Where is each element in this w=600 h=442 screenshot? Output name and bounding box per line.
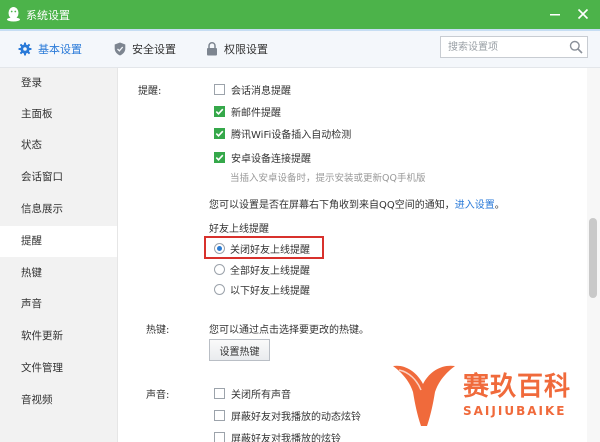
checkbox-unchecked[interactable] — [214, 83, 225, 95]
sidebar-item-label: 信息展示 — [21, 203, 63, 215]
checkbox-unchecked[interactable] — [214, 409, 225, 421]
sidebar-item-label: 文件管理 — [21, 362, 63, 374]
whale-tail-icon — [393, 365, 455, 426]
scrollbar-thumb[interactable] — [589, 218, 597, 298]
search-box[interactable] — [440, 36, 588, 58]
tab-label: 基本设置 — [38, 43, 82, 56]
sidebar-item-status[interactable]: 状态 — [0, 130, 117, 161]
checkbox-chat-message-reminder[interactable]: 会话消息提醒 — [214, 82, 291, 97]
shield-icon — [114, 42, 126, 56]
checkbox-label: 会话消息提醒 — [231, 85, 291, 97]
sidebar-item-file-management[interactable]: 文件管理 — [0, 353, 117, 384]
checkbox-label: 屏蔽好友对我播放的炫铃 — [231, 433, 341, 442]
lock-icon — [207, 42, 217, 56]
checkbox-label: 新邮件提醒 — [231, 107, 281, 119]
checkbox-android-device-reminder[interactable]: 安卓设备连接提醒 — [214, 150, 311, 165]
checkbox-label: 安卓设备连接提醒 — [231, 153, 311, 165]
sidebar-item-sound[interactable]: 声音 — [0, 289, 117, 320]
search-icon[interactable] — [569, 40, 583, 54]
checkmark-icon[interactable] — [214, 105, 225, 117]
checkbox-block-dynamic-ringtone[interactable]: 屏蔽好友对我播放的动态炫铃 — [214, 408, 361, 423]
settings-tab-bar: 基本设置 安全设置 权限设置 — [0, 29, 600, 68]
hotkey-description: 您可以通过点击选择要更改的热键。 — [209, 325, 369, 336]
radio-all-friends-online-reminder[interactable]: 全部好友上线提醒 — [214, 262, 310, 277]
radio-following-friends-online-reminder[interactable]: 以下好友上线提醒 — [214, 282, 310, 297]
sidebar-item-info-display[interactable]: 信息展示 — [0, 194, 117, 225]
minimize-button[interactable] — [545, 4, 565, 24]
reminder-section-label: 提醒: — [138, 86, 162, 97]
settings-sidebar: 登录 主面板 状态 会话窗口 信息展示 提醒 热键 声音 软件更新 文件管理 音… — [0, 68, 118, 442]
sound-section-label: 声音: — [146, 390, 170, 401]
set-hotkey-button[interactable]: 设置热键 — [209, 339, 270, 361]
sidebar-item-label: 音视频 — [21, 394, 53, 406]
sidebar-item-label: 主面板 — [21, 108, 53, 120]
qzone-notice-text: 您可以设置是否在屏幕右下角收到来自QQ空间的通知，进入设置。 — [209, 196, 505, 211]
qzone-notice-end: 。 — [494, 200, 505, 211]
checkbox-block-ringtone[interactable]: 屏蔽好友对我播放的炫铃 — [214, 430, 341, 442]
radio-label: 全部好友上线提醒 — [230, 265, 310, 277]
watermark-brand-cn: 赛玖百科 — [463, 372, 572, 402]
sidebar-item-software-update[interactable]: 软件更新 — [0, 321, 117, 352]
minimize-icon — [550, 14, 560, 16]
radio-label: 关闭好友上线提醒 — [230, 244, 310, 256]
checkbox-mute-all-sounds[interactable]: 关闭所有声音 — [214, 386, 291, 401]
checkbox-label: 屏蔽好友对我播放的动态炫铃 — [231, 411, 361, 423]
checkbox-wifi-device-detect[interactable]: 腾讯WiFi设备插入自动检测 — [214, 126, 352, 141]
sidebar-item-label: 状态 — [21, 139, 42, 151]
checkbox-unchecked[interactable] — [214, 431, 225, 442]
qzone-notice-description: 您可以设置是否在屏幕右下角收到来自QQ空间的通知， — [209, 200, 455, 211]
sidebar-item-label: 热键 — [21, 267, 42, 279]
checkmark-icon[interactable] — [214, 127, 225, 139]
close-icon — [577, 8, 589, 20]
radio-unselected[interactable] — [214, 263, 225, 275]
close-button[interactable] — [573, 4, 593, 24]
checkbox-label: 腾讯WiFi设备插入自动检测 — [231, 129, 352, 141]
sidebar-item-label: 会话窗口 — [21, 171, 63, 183]
checkbox-new-mail-reminder[interactable]: 新邮件提醒 — [214, 104, 281, 119]
tab-label: 安全设置 — [132, 43, 176, 56]
enter-settings-link[interactable]: 进入设置 — [455, 200, 495, 211]
sidebar-item-reminder[interactable]: 提醒 — [0, 226, 117, 257]
sidebar-item-hotkey[interactable]: 热键 — [0, 258, 117, 289]
radio-selected[interactable] — [214, 242, 225, 254]
radio-close-friend-online-reminder[interactable]: 关闭好友上线提醒 — [214, 241, 310, 256]
android-reminder-note: 当插入安卓设备时，提示安装或更新QQ手机版 — [230, 173, 426, 184]
title-bar: 系统设置 — [0, 0, 600, 29]
tab-basic-settings[interactable]: 基本设置 — [18, 39, 82, 59]
tab-label: 权限设置 — [224, 43, 268, 56]
sidebar-item-label: 声音 — [21, 298, 42, 310]
qq-penguin-icon — [7, 7, 20, 22]
sidebar-item-main-panel[interactable]: 主面板 — [0, 99, 117, 130]
watermark-brand-en: SAIJIUBAIKE — [463, 404, 567, 418]
sidebar-item-login[interactable]: 登录 — [0, 68, 117, 99]
tab-permission-settings[interactable]: 权限设置 — [206, 39, 268, 59]
radio-label: 以下好友上线提醒 — [230, 285, 310, 297]
sidebar-item-chat-window[interactable]: 会话窗口 — [0, 162, 117, 193]
tab-security-settings[interactable]: 安全设置 — [114, 39, 176, 59]
friend-online-reminder-label: 好友上线提醒 — [209, 224, 269, 235]
checkmark-icon[interactable] — [214, 151, 225, 163]
watermark-logo: 赛玖百科 SAIJIUBAIKE — [385, 360, 595, 430]
gear-icon — [18, 42, 32, 56]
radio-unselected[interactable] — [214, 283, 225, 295]
sidebar-item-label: 登录 — [21, 77, 42, 89]
search-input[interactable] — [441, 37, 565, 57]
checkbox-unchecked[interactable] — [214, 387, 225, 399]
sidebar-item-label: 提醒 — [21, 235, 42, 247]
sidebar-item-audio-video[interactable]: 音视频 — [0, 385, 117, 416]
sidebar-item-label: 软件更新 — [21, 330, 63, 342]
hotkey-section-label: 热键: — [146, 325, 170, 336]
checkbox-label: 关闭所有声音 — [231, 389, 291, 401]
window-title: 系统设置 — [26, 9, 70, 22]
